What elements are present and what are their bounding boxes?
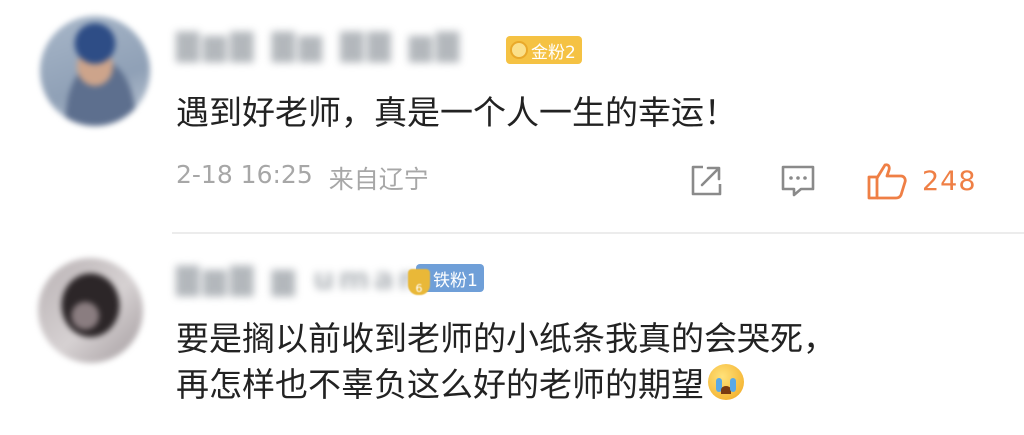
like-count: 248 [922, 165, 977, 197]
fan-badge-label: 金粉2 [531, 42, 576, 63]
comment-item: ▇▆▇ ▆ uman 6 铁粉1 要是搁以前收到老师的小纸条我真的会哭死， 再怎… [0, 234, 1024, 435]
timestamp: 2-18 16:25 [176, 160, 313, 189]
fan-badge-level: 6 [415, 282, 423, 295]
like-button[interactable]: 248 [866, 162, 996, 200]
avatar[interactable] [38, 258, 143, 363]
fan-medal-icon: 6 [408, 269, 430, 295]
comment-icon [781, 165, 815, 197]
share-button[interactable] [686, 162, 726, 200]
fan-badge-label: 铁粉1 [433, 270, 478, 291]
fan-badge[interactable]: 6 铁粉1 [408, 264, 484, 295]
avatar[interactable] [40, 16, 150, 126]
reply-button[interactable] [778, 162, 818, 200]
comment-text-line: 遇到好老师，真是一个人一生的幸运！ [176, 93, 737, 132]
comment-text-line: 再怎样也不辜负这么好的老师的期望 [176, 362, 836, 408]
comment-meta: 2-18 16:25 来自辽宁 [176, 160, 429, 196]
comment-text-line-content: 再怎样也不辜负这么好的老师的期望 [176, 365, 704, 405]
thumbs-up-icon [867, 163, 907, 200]
share-icon [691, 165, 722, 196]
comment-text: 要是搁以前收到老师的小纸条我真的会哭死， 再怎样也不辜负这么好的老师的期望 [176, 316, 836, 408]
username[interactable]: ▇▆▇ ▇▆ ▇▇ ▆▇ [176, 28, 463, 63]
fan-medal-icon [510, 41, 528, 59]
comment-text-line: 要是搁以前收到老师的小纸条我真的会哭死， [176, 319, 836, 358]
username[interactable]: ▇▆▇ ▆ uman [176, 262, 423, 297]
comment-list: ▇▆▇ ▇▆ ▇▇ ▆▇ 金粉2 遇到好老师，真是一个人一生的幸运！ 2-18 … [0, 0, 1024, 435]
comment-text: 遇到好老师，真是一个人一生的幸运！ [176, 89, 737, 137]
crying-emoji-icon [708, 364, 744, 401]
fan-badge[interactable]: 金粉2 [506, 36, 582, 64]
location: 来自辽宁 [328, 165, 429, 194]
comment-item: ▇▆▇ ▇▆ ▇▇ ▆▇ 金粉2 遇到好老师，真是一个人一生的幸运！ 2-18 … [0, 0, 1024, 232]
